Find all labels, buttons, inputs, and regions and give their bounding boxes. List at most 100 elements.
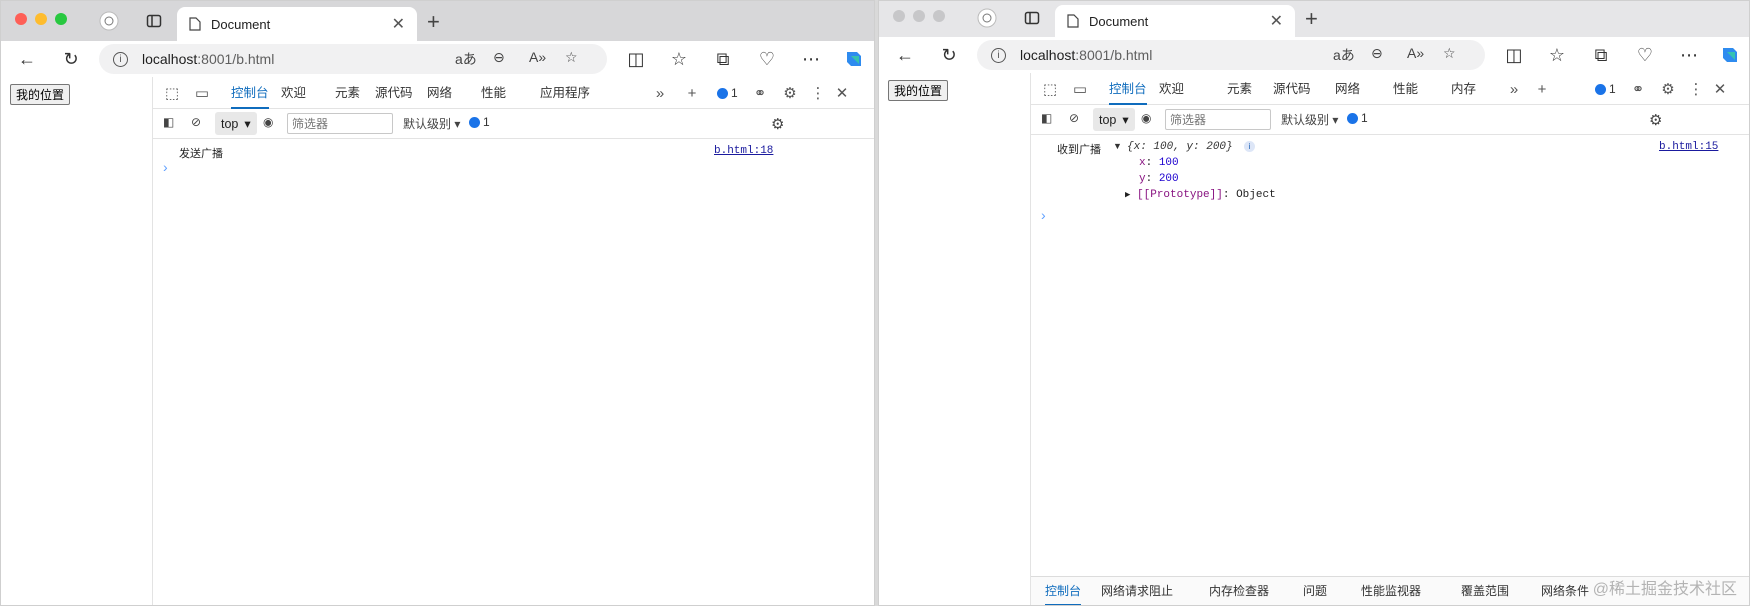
close-devtools-icon[interactable]: ✕: [833, 84, 851, 102]
sidebar-toggle-icon[interactable]: ◧: [163, 115, 174, 129]
sidebar-toggle-icon[interactable]: ◧: [1041, 111, 1052, 125]
more-tabs-icon[interactable]: »: [1505, 80, 1523, 98]
translate-icon[interactable]: aあ: [455, 49, 477, 69]
settings-gear-icon[interactable]: ⚙: [1659, 80, 1677, 98]
console-settings-icon[interactable]: ⚙: [771, 115, 784, 133]
add-tool-icon[interactable]: +: [1533, 80, 1551, 98]
profile-icon[interactable]: [977, 8, 997, 28]
tab-document[interactable]: Document ✕: [177, 7, 417, 41]
console-settings-icon[interactable]: ⚙: [1649, 111, 1662, 129]
collections-icon[interactable]: ⧉: [713, 49, 733, 69]
site-info-icon[interactable]: i: [113, 51, 128, 67]
log-level-dropdown[interactable]: 默认级别 ▾: [1281, 111, 1338, 128]
log-source-link[interactable]: b.html:18: [714, 145, 773, 157]
collections-icon[interactable]: ⧉: [1591, 45, 1611, 65]
zoom-out-icon[interactable]: ⊖: [1371, 45, 1383, 62]
zoom-window-button[interactable]: [55, 13, 67, 25]
more-menu-icon[interactable]: ⋯: [801, 49, 821, 69]
clear-console-icon[interactable]: ⊘: [1069, 111, 1079, 125]
close-devtools-icon[interactable]: ✕: [1711, 80, 1729, 98]
tab-elements[interactable]: 元素: [1227, 73, 1252, 105]
tab-console[interactable]: 控制台: [1109, 73, 1147, 105]
add-tool-icon[interactable]: +: [683, 84, 701, 102]
split-screen-icon[interactable]: ◫: [1504, 45, 1524, 65]
inspect-element-icon[interactable]: ⬚: [163, 84, 181, 102]
log-source-link[interactable]: b.html:15: [1659, 141, 1718, 153]
drawer-tab-network-conditions[interactable]: 网络条件: [1541, 577, 1589, 605]
drawer-tab-memory-inspector[interactable]: 内存检查器: [1209, 577, 1269, 605]
back-icon[interactable]: ←: [895, 45, 915, 65]
tab-document[interactable]: Document ✕: [1055, 5, 1295, 37]
more-menu-icon[interactable]: ⋯: [1679, 45, 1699, 65]
tab-console[interactable]: 控制台: [231, 77, 269, 109]
tab-welcome[interactable]: 欢迎: [281, 77, 306, 109]
tab-actions-icon[interactable]: [1022, 8, 1042, 28]
log-object-summary[interactable]: {x: 100, y: 200}: [1127, 141, 1233, 153]
clear-console-icon[interactable]: ⊘: [191, 115, 201, 129]
console-prompt-icon[interactable]: ›: [163, 159, 168, 175]
favorites-icon[interactable]: ☆: [1547, 45, 1567, 65]
refresh-icon[interactable]: ↻: [61, 49, 81, 69]
expand-arrow-icon[interactable]: ▼: [1113, 141, 1122, 151]
browser-essentials-icon[interactable]: ♡: [757, 49, 777, 69]
live-expression-eye-icon[interactable]: ◉: [263, 115, 273, 129]
filter-input[interactable]: [1165, 109, 1271, 130]
browser-essentials-icon[interactable]: ♡: [1635, 45, 1655, 65]
tab-welcome[interactable]: 欢迎: [1159, 73, 1184, 105]
settings-gear-icon[interactable]: ⚙: [781, 84, 799, 102]
connect-icon[interactable]: ⚭: [751, 84, 769, 102]
device-emulation-icon[interactable]: ▭: [193, 84, 211, 102]
more-options-icon[interactable]: ⋮: [1687, 80, 1705, 98]
log-level-dropdown[interactable]: 默认级别 ▾: [403, 115, 460, 132]
inspect-element-icon[interactable]: ⬚: [1041, 80, 1059, 98]
profile-icon[interactable]: [99, 11, 119, 31]
drawer-tab-network-request-blocking[interactable]: 网络请求阻止: [1101, 577, 1173, 605]
device-emulation-icon[interactable]: ▭: [1071, 80, 1089, 98]
close-window-button[interactable]: [893, 10, 905, 22]
back-icon[interactable]: ←: [17, 49, 37, 69]
copilot-icon[interactable]: [1719, 45, 1739, 65]
info-icon[interactable]: i: [1244, 141, 1255, 152]
address-bar[interactable]: i localhost :8001/b.html aあ ⊖ A» ☆: [977, 40, 1485, 70]
close-window-button[interactable]: [15, 13, 27, 25]
tab-network[interactable]: 网络: [1335, 73, 1360, 105]
tab-performance[interactable]: 性能: [1393, 73, 1418, 105]
prototype-row[interactable]: ▶ [[Prototype]]: Object: [1125, 189, 1276, 201]
refresh-icon[interactable]: ↻: [939, 45, 959, 65]
context-selector[interactable]: top ▾: [1093, 108, 1135, 131]
copilot-icon[interactable]: [843, 49, 863, 69]
tab-sources[interactable]: 源代码: [1273, 73, 1311, 105]
issues-badge[interactable]: 1: [717, 86, 738, 100]
tab-network[interactable]: 网络: [427, 77, 452, 109]
read-aloud-icon[interactable]: A»: [1407, 45, 1424, 61]
message-count-badge[interactable]: 1: [1347, 111, 1368, 125]
live-expression-eye-icon[interactable]: ◉: [1141, 111, 1151, 125]
tab-actions-icon[interactable]: [144, 11, 164, 31]
more-options-icon[interactable]: ⋮: [809, 84, 827, 102]
my-position-button[interactable]: 我的位置: [10, 84, 71, 105]
split-screen-icon[interactable]: ◫: [626, 49, 646, 69]
tab-sources[interactable]: 源代码: [375, 77, 413, 109]
site-info-icon[interactable]: i: [991, 47, 1006, 63]
zoom-window-button[interactable]: [933, 10, 945, 22]
close-tab-icon[interactable]: ✕: [392, 14, 405, 34]
drawer-tab-issues[interactable]: 问题: [1303, 577, 1327, 605]
minimize-window-button[interactable]: [913, 10, 925, 22]
tab-elements[interactable]: 元素: [335, 77, 360, 109]
read-aloud-icon[interactable]: A»: [529, 49, 546, 65]
tab-application[interactable]: 应用程序: [540, 77, 590, 109]
close-tab-icon[interactable]: ✕: [1270, 11, 1283, 31]
drawer-tab-console[interactable]: 控制台: [1045, 577, 1082, 605]
context-selector[interactable]: top ▾: [215, 112, 257, 135]
new-tab-button[interactable]: +: [427, 9, 440, 35]
new-tab-button[interactable]: +: [1305, 6, 1318, 32]
more-tabs-icon[interactable]: »: [651, 84, 669, 102]
favorite-star-icon[interactable]: ☆: [565, 49, 578, 66]
address-bar[interactable]: i localhost :8001/b.html aあ ⊖ A» ☆: [99, 44, 607, 74]
my-position-button[interactable]: 我的位置: [888, 80, 949, 101]
tab-performance[interactable]: 性能: [481, 77, 506, 109]
drawer-tab-performance-monitor[interactable]: 性能监视器: [1361, 577, 1421, 605]
zoom-out-icon[interactable]: ⊖: [493, 49, 505, 66]
console-prompt-icon[interactable]: ›: [1041, 207, 1046, 223]
translate-icon[interactable]: aあ: [1333, 45, 1355, 65]
